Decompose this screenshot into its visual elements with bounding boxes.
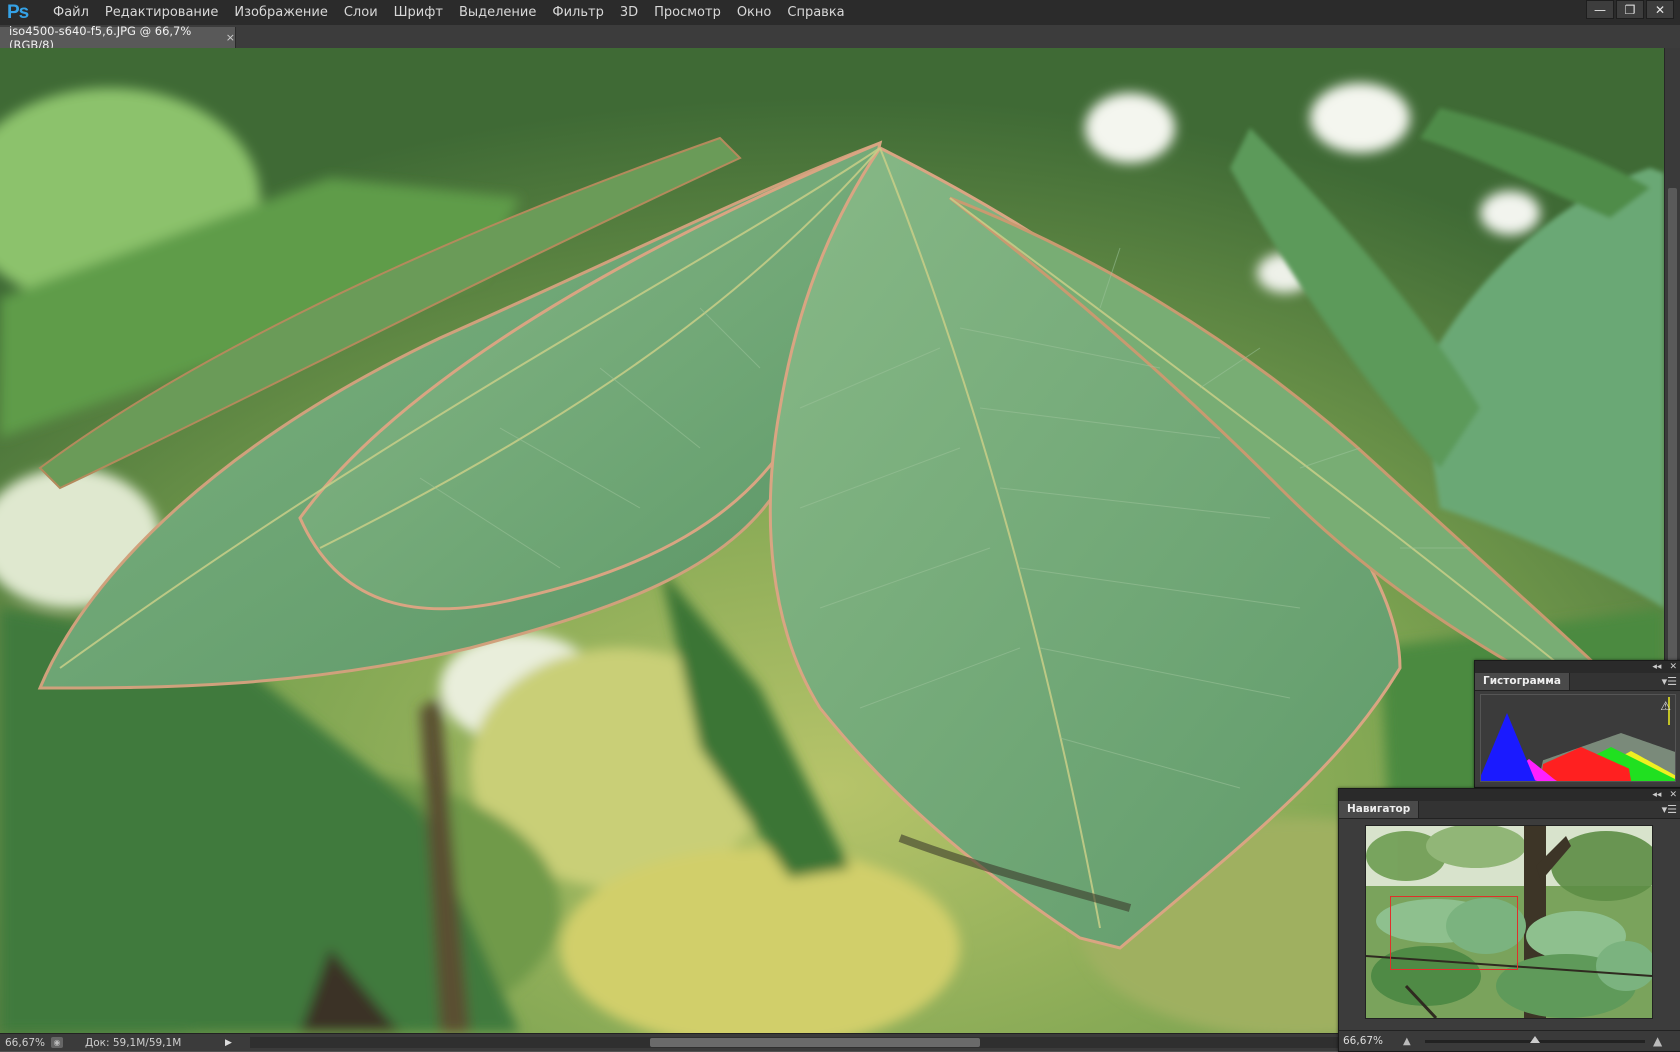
navigator-zoom-value[interactable]: 66,67% — [1339, 1035, 1403, 1047]
status-menu-arrow-icon[interactable]: ▶ — [225, 1038, 232, 1048]
horizontal-scrollbar-thumb[interactable] — [650, 1038, 980, 1047]
menu-item-7[interactable]: 3D — [612, 0, 646, 25]
menu-item-9[interactable]: Окно — [729, 0, 780, 25]
tab-navigator[interactable]: Навигатор — [1339, 801, 1420, 818]
tab-histogram[interactable]: Гистограмма — [1475, 673, 1570, 690]
cache-warning-icon[interactable]: ⚠ — [1660, 699, 1671, 713]
menu-item-10[interactable]: Справка — [779, 0, 852, 25]
zoom-slider[interactable] — [1425, 1035, 1645, 1043]
close-window-button[interactable]: ✕ — [1646, 0, 1674, 19]
navigator-tab-strip: Навигатор ▾☰ — [1339, 801, 1680, 819]
close-tab-icon[interactable]: × — [226, 31, 235, 44]
panel-menu-icon[interactable]: ▾☰ — [1662, 675, 1677, 688]
panel-menu-icon[interactable]: ▾☰ — [1662, 803, 1677, 816]
histogram-panel-header: ◂◂ ✕ — [1475, 661, 1680, 673]
menu-item-4[interactable]: Шрифт — [386, 0, 451, 25]
status-doc-size: Док: 59,1M/59,1M — [85, 1036, 182, 1049]
document-tab[interactable]: iso4500-s640-f5,6.JPG @ 66,7% (RGB/8) × — [0, 24, 236, 52]
zoom-out-icon[interactable]: ▲ — [1403, 1036, 1417, 1047]
histogram-svg — [1481, 697, 1675, 781]
navigator-panel-header: ◂◂ ✕ — [1339, 789, 1680, 801]
minimize-button[interactable]: — — [1586, 0, 1614, 19]
window-controls: — ❐ ✕ — [1586, 0, 1674, 19]
menu-item-5[interactable]: Выделение — [451, 0, 544, 25]
document-tab-bar: iso4500-s640-f5,6.JPG @ 66,7% (RGB/8) × — [0, 24, 1680, 52]
close-panel-icon[interactable]: ✕ — [1669, 662, 1677, 672]
horizontal-scrollbar[interactable] — [250, 1037, 1420, 1048]
menu-item-6[interactable]: Фильтр — [544, 0, 611, 25]
menu-item-1[interactable]: Редактирование — [97, 0, 226, 25]
menu-item-8[interactable]: Просмотр — [646, 0, 729, 25]
zoom-in-icon[interactable]: ▲ — [1653, 1034, 1662, 1048]
navigator-panel: ◂◂ ✕ Навигатор ▾☰ 66,67% ▲ ▲ — [1338, 788, 1680, 1052]
restore-button[interactable]: ❐ — [1616, 0, 1644, 19]
menu-item-0[interactable]: Файл — [45, 0, 97, 25]
histogram-tab-strip: Гистограмма ▾☰ — [1475, 673, 1680, 691]
menu-bar: Ps Файл Редактирование Изображение Слои Шриф… — [0, 0, 1680, 25]
menu-item-2[interactable]: Изображение — [226, 0, 335, 25]
collapse-panel-icon[interactable]: ◂◂ — [1652, 790, 1661, 800]
menu-item-3[interactable]: Слои — [336, 0, 386, 25]
navigator-thumbnail[interactable] — [1365, 825, 1653, 1019]
proof-setup-icon[interactable]: ◉ — [51, 1037, 63, 1048]
photoshop-logo: Ps — [7, 1, 29, 23]
navigator-view-rectangle[interactable] — [1390, 896, 1518, 970]
status-zoom-level[interactable]: 66,67% — [0, 1037, 51, 1049]
histogram-panel: ◂◂ ✕ Гистограмма ▾☰ ⚠ — [1474, 660, 1680, 788]
close-panel-icon[interactable]: ✕ — [1669, 790, 1677, 800]
zoom-slider-knob[interactable] — [1530, 1035, 1540, 1043]
menu-items: Файл Редактирование Изображение Слои Шрифт Вы… — [45, 0, 853, 25]
collapse-panel-icon[interactable]: ◂◂ — [1652, 662, 1661, 672]
histogram-graph — [1480, 694, 1676, 782]
navigator-footer: 66,67% ▲ ▲ — [1339, 1030, 1680, 1051]
